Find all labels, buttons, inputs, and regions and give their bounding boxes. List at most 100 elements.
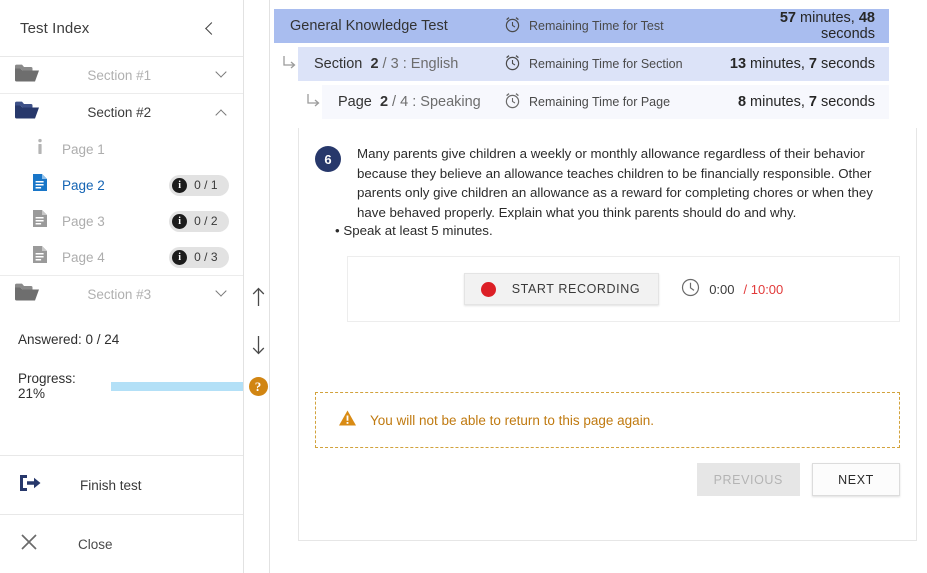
test-timer: Remaining Time for Test <box>504 16 726 37</box>
question-card: 6 Many parents give children a weekly or… <box>298 128 917 541</box>
exit-icon <box>18 473 42 498</box>
folder-icon <box>14 63 40 88</box>
page-seconds: 7 <box>808 94 817 110</box>
alarm-clock-icon <box>504 54 521 75</box>
page-prefix: Page <box>338 94 372 110</box>
start-recording-button[interactable]: START RECORDING <box>463 273 660 305</box>
test-index-sidebar: Test Index Section #1 Section #2 Page 1 … <box>0 0 244 573</box>
exam-player-window: Test Index Section #1 Section #2 Page 1 … <box>0 0 927 573</box>
recording-max-time: / 10:00 <box>744 282 784 297</box>
recording-timer: 0:00 / 10:00 <box>681 278 783 300</box>
page-minutes: 8 <box>737 94 747 110</box>
record-dot-icon <box>480 281 496 297</box>
folder-open-icon <box>14 100 40 125</box>
sidebar-section-2[interactable]: Section #2 <box>0 94 243 131</box>
folder-icon <box>14 282 40 307</box>
sidebar-section-1[interactable]: Section #1 <box>0 57 243 94</box>
section-name: Section 2 / 3 : English <box>298 56 504 72</box>
branch-arrow-icon <box>302 93 324 112</box>
test-timer-label: Remaining Time for Test <box>529 19 664 33</box>
alarm-clock-icon <box>504 16 521 37</box>
recording-limit: 10:00 <box>750 281 784 297</box>
question-number: 6 <box>315 146 341 172</box>
page-separator: / <box>388 94 401 110</box>
sidebar-page-3[interactable]: Page 3 i 0 / 2 <box>0 203 243 239</box>
status-badge: i 0 / 3 <box>169 246 229 268</box>
main-content: General Knowledge Test Remaining Time fo… <box>270 0 927 573</box>
answered-count: Answered: 0 / 24 <box>18 332 120 347</box>
section-header-row: Section 2 / 3 : English Remaining Time f… <box>270 47 917 81</box>
close-icon <box>18 532 40 557</box>
sidebar-page-2[interactable]: Page 2 i 0 / 1 <box>0 167 243 203</box>
test-info-bar: General Knowledge Test Remaining Time fo… <box>274 9 889 43</box>
section-prefix: Section <box>314 56 363 72</box>
question-text: Many parents give children a weekly or m… <box>357 146 873 220</box>
chevron-down-icon[interactable] <box>214 66 227 78</box>
sidebar-page-1[interactable]: Page 1 <box>0 131 243 167</box>
arrow-down-icon[interactable] <box>248 334 270 356</box>
info-badge-icon: i <box>172 213 188 229</box>
audio-recorder-panel: START RECORDING 0:00 / 10:00 <box>347 256 900 322</box>
warning-triangle-icon <box>338 409 357 432</box>
recording-time-separator: / <box>743 281 751 297</box>
test-header-row: General Knowledge Test Remaining Time fo… <box>270 9 917 43</box>
section-timer: Remaining Time for Section <box>504 54 726 75</box>
chevron-up-icon[interactable] <box>214 108 227 121</box>
sidebar-section-label: Section #1 <box>87 67 152 83</box>
finish-test-button[interactable]: Finish test <box>0 455 243 514</box>
page-seconds-unit: seconds <box>816 94 875 110</box>
badge-count: 0 / 3 <box>194 250 218 264</box>
status-badge: i 0 / 1 <box>169 174 229 196</box>
test-time-remaining: 57 minutes, 48 seconds <box>726 10 889 42</box>
previous-button[interactable]: PREVIOUS <box>696 463 800 496</box>
sidebar-section-label: Section #2 <box>87 105 152 120</box>
question-instruction: • Speak at least 5 minutes. <box>335 223 493 238</box>
chevron-down-icon[interactable] <box>214 285 227 297</box>
arrow-up-icon[interactable] <box>248 286 270 308</box>
info-badge-icon: i <box>172 177 188 193</box>
alarm-clock-icon <box>504 92 521 113</box>
chevron-left-icon[interactable] <box>201 17 223 39</box>
page-minutes-unit: minutes, <box>746 94 809 110</box>
sidebar-section-label: Section #3 <box>87 286 152 302</box>
test-seconds-unit: seconds <box>820 26 875 42</box>
section-minutes-unit: minutes, <box>746 56 809 72</box>
section-current: 2 <box>370 56 379 72</box>
navigation-footer: PREVIOUS NEXT <box>696 463 900 496</box>
info-badge-icon: i <box>172 249 188 265</box>
page-total: 4 <box>400 94 409 110</box>
page-name: Page 2 / 4 : Speaking <box>322 94 504 110</box>
progress-bar <box>110 381 243 391</box>
info-icon <box>32 138 48 161</box>
sidebar-page-label: Page 4 <box>62 249 105 265</box>
section-total: 3 <box>390 56 399 72</box>
next-button[interactable]: NEXT <box>812 463 900 496</box>
sidebar-section-3[interactable]: Section #3 <box>0 275 243 312</box>
test-minutes: 57 <box>779 10 796 26</box>
recording-current-time: 0:00 <box>709 281 735 297</box>
page-info-bar: Page 2 / 4 : Speaking Remaining Time for… <box>322 85 889 119</box>
section-separator: / <box>378 56 391 72</box>
sidebar-page-label: Page 2 <box>62 177 105 193</box>
progress-label: Progress: 21% <box>18 371 76 401</box>
badge-count: 0 / 2 <box>194 214 218 228</box>
sidebar-page-4[interactable]: Page 4 i 0 / 3 <box>0 239 243 275</box>
test-minutes-unit: minutes, <box>796 10 859 26</box>
close-button[interactable]: Close <box>0 514 243 573</box>
page-current: 2 <box>379 94 389 110</box>
sidebar-header: Test Index <box>0 0 243 57</box>
finish-test-label: Finish test <box>80 477 142 493</box>
page-colon: : <box>408 94 421 110</box>
warning-notice-text: You will not be able to return to this p… <box>370 412 654 428</box>
section-timer-label: Remaining Time for Section <box>529 57 683 71</box>
document-icon <box>32 245 48 269</box>
section-seconds: 7 <box>808 56 817 72</box>
status-badge: i 0 / 2 <box>169 210 229 232</box>
warning-notice: You will not be able to return to this p… <box>315 392 900 448</box>
clock-icon <box>681 278 700 300</box>
help-icon[interactable]: ? <box>248 377 268 396</box>
badge-count: 0 / 1 <box>194 178 218 192</box>
page-timer-label: Remaining Time for Page <box>529 95 671 109</box>
sidebar-page-label: Page 3 <box>62 213 105 229</box>
progress-stats: Answered: 0 / 24 Progress: 21% <box>0 312 243 455</box>
